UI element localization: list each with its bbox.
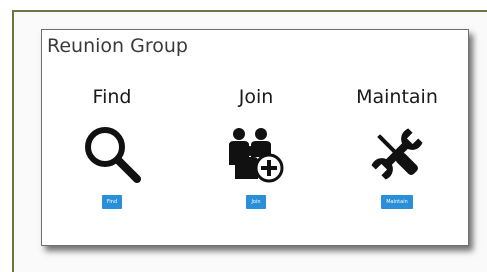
join-button[interactable]: Join — [246, 195, 266, 209]
join-title: Join — [238, 86, 274, 108]
reunion-group-card: Reunion Group Find Find Join Join Mainta… — [41, 29, 469, 246]
find-section: Find Find — [52, 85, 172, 209]
magnifier-icon[interactable] — [77, 119, 147, 189]
find-button[interactable]: Find — [101, 195, 123, 209]
join-group-icon[interactable] — [221, 119, 291, 189]
find-title: Find — [92, 86, 132, 108]
join-section: Join Join — [196, 85, 316, 209]
card-title: Reunion Group — [47, 35, 188, 57]
maintain-title: Maintain — [356, 86, 438, 108]
maintain-section: Maintain Maintain — [337, 85, 457, 209]
wrench-screwdriver-icon[interactable] — [362, 119, 432, 189]
maintain-button[interactable]: Maintain — [381, 195, 413, 209]
